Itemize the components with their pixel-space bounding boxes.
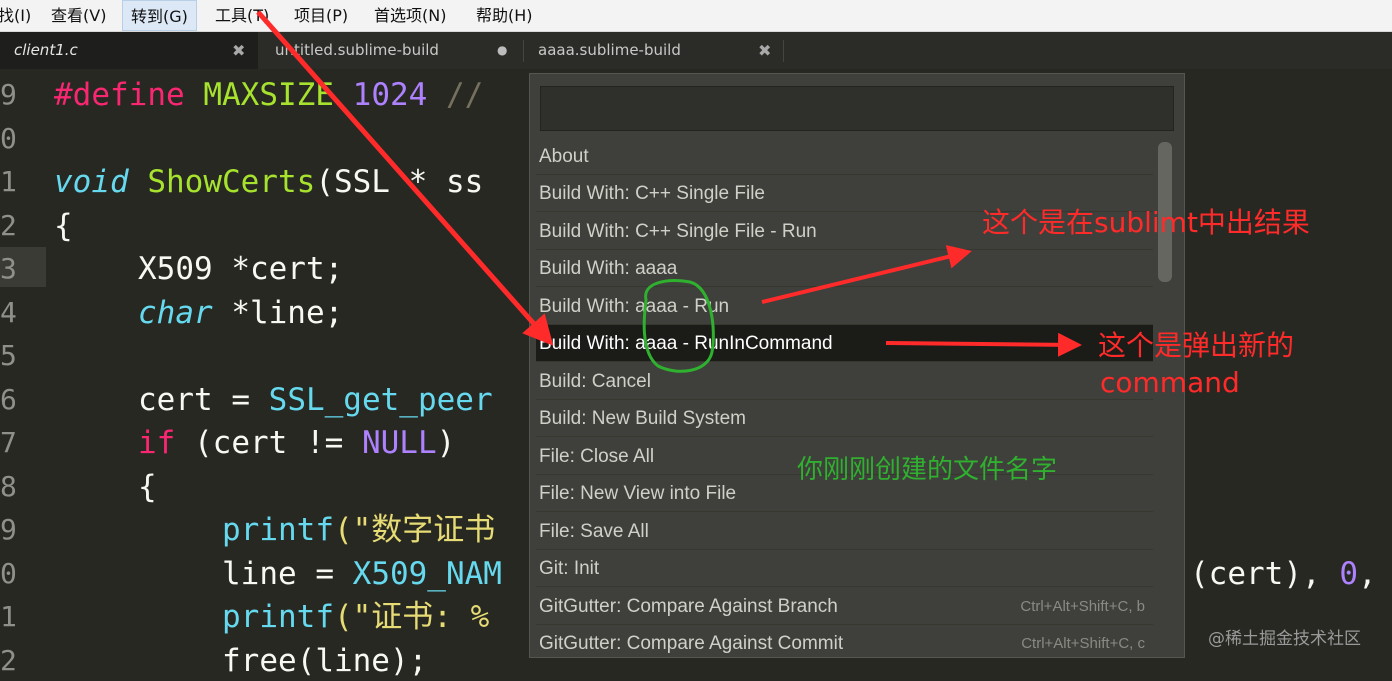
tab-label: client1.c: [14, 41, 78, 59]
annotation-note-1: 这个是在sublimt中出结果: [982, 206, 1310, 239]
annotation-note-2-line1: 这个是弹出新的: [1098, 329, 1295, 362]
tab-client1-c[interactable]: client1.c ✖: [0, 32, 258, 69]
command-palette: About Build With: C++ Single File Build …: [529, 73, 1185, 658]
line-number: 1: [0, 600, 17, 633]
code-line: X509 *cert;: [138, 251, 344, 287]
code-line: void ShowCerts(SSL * ss: [54, 164, 484, 200]
line-number: 4: [0, 296, 17, 329]
line-number: 9: [0, 513, 17, 546]
palette-item[interactable]: Git: Init: [536, 550, 1153, 587]
annotation-note-2-line2: command: [1100, 366, 1240, 399]
palette-item[interactable]: Build With: aaaa: [536, 250, 1153, 287]
watermark-text: @稀土掘金技术社区: [1208, 629, 1361, 649]
palette-item[interactable]: File: Save All: [536, 513, 1153, 550]
menu-find[interactable]: 找(I): [0, 0, 31, 31]
palette-item[interactable]: Build With: aaaa - Run: [536, 288, 1153, 325]
menu-preferences[interactable]: 首选项(N): [374, 0, 446, 31]
palette-item-selected[interactable]: Build With: aaaa - RunInCommand: [536, 325, 1153, 362]
tab-label: aaaa.sublime-build: [538, 41, 681, 59]
tab-aaaa-sublime-build[interactable]: aaaa.sublime-build ✖: [524, 32, 782, 69]
code-line: char *line;: [138, 295, 344, 331]
tab-close-icon[interactable]: ✖: [232, 32, 245, 69]
tab-close-icon[interactable]: ✖: [758, 32, 771, 69]
annotation-note-3: 你刚刚创建的文件名字: [797, 455, 1058, 485]
line-number: 1: [0, 165, 17, 198]
code-line: {: [138, 469, 157, 505]
palette-item[interactable]: GitGutter: Compare Against Commit Ctrl+Al…: [536, 625, 1153, 656]
tab-label: untitled.sublime-build: [275, 41, 439, 59]
line-number: 6: [0, 383, 17, 416]
tab-separator: [783, 40, 784, 62]
code-line: printf("数字证书: [222, 512, 496, 548]
menu-help[interactable]: 帮助(H): [476, 0, 533, 31]
line-number: 2: [0, 644, 17, 677]
line-number: 0: [0, 557, 17, 590]
line-number: 9: [0, 78, 17, 111]
palette-item[interactable]: Build: New Build System: [536, 400, 1153, 437]
code-line: free(line);: [222, 643, 428, 679]
code-line-tail: (cert), 0,: [1190, 556, 1377, 592]
palette-item[interactable]: Build: Cancel: [536, 363, 1153, 400]
menu-goto[interactable]: 转到(G): [122, 0, 197, 31]
tab-bar: client1.c ✖ untitled.sublime-build ● aaa…: [0, 32, 1392, 69]
unsaved-dot-icon[interactable]: ●: [497, 32, 507, 69]
code-line: line = X509_NAM: [222, 556, 502, 592]
line-number: 2: [0, 209, 17, 242]
line-number: 7: [0, 426, 17, 459]
palette-search-input[interactable]: [540, 86, 1174, 131]
code-line: cert = SSL_get_peer: [138, 382, 493, 418]
code-line: {: [54, 208, 73, 244]
palette-item[interactable]: About: [536, 138, 1153, 175]
code-line: #define MAXSIZE 1024 //: [54, 77, 484, 113]
menu-bar: 找(I) 查看(V) 转到(G) 工具(T) 项目(P) 首选项(N) 帮助(H…: [0, 0, 1392, 32]
menu-tools[interactable]: 工具(T): [215, 0, 269, 31]
code-line: printf("证书: %: [222, 599, 490, 635]
palette-item[interactable]: GitGutter: Compare Against Branch Ctrl+Al…: [536, 588, 1153, 625]
tab-untitled-sublime-build[interactable]: untitled.sublime-build ●: [261, 32, 523, 69]
line-number: 5: [0, 339, 17, 372]
code-line: if (cert != NULL): [138, 425, 456, 461]
menu-view[interactable]: 查看(V): [51, 0, 106, 31]
menu-project[interactable]: 项目(P): [294, 0, 348, 31]
line-number: 3: [0, 252, 17, 285]
line-number: 8: [0, 470, 17, 503]
line-number: 0: [0, 122, 17, 155]
